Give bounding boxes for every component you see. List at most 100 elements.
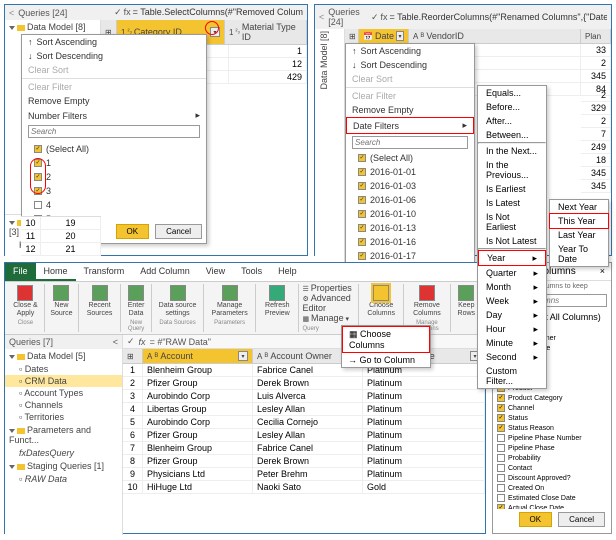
column-item[interactable]: Product Category [497,393,607,403]
ok-button[interactable]: OK [519,512,553,527]
sort-desc[interactable]: ↓ Sort Descending [22,49,206,63]
column-item[interactable]: Status [497,413,607,423]
nav-folder[interactable]: Data Model [8] [5,20,100,34]
nav-fxdates[interactable]: fxDatesQuery [5,447,122,459]
filter-item[interactable]: In the Next... [478,144,546,158]
date-item[interactable]: 2016-01-01 [352,165,468,179]
filter-item[interactable]: Year▸ [478,250,546,266]
filter-item[interactable]: Equals... [478,86,546,100]
nav-account-types[interactable]: ▫ Account Types [5,387,122,399]
go-to-column-item[interactable]: → Go to Column [342,353,430,367]
tab-home[interactable]: Home [36,263,76,281]
date-item[interactable]: 2016-01-03 [352,179,468,193]
nav-dates[interactable]: ▫ Dates [5,363,122,375]
filter-item[interactable]: Hour▸ [478,322,546,336]
tab-transform[interactable]: Transform [76,263,133,281]
check-icon[interactable]: ✓ [127,336,135,347]
year-item[interactable]: This Year [549,213,609,229]
tab-help[interactable]: Help [270,263,305,281]
year-item[interactable]: Year To Date [550,242,608,266]
filter-item[interactable]: Second▸ [478,350,546,364]
table-row[interactable]: 10HiHuge LtdNaoki SatoGold [123,481,485,494]
col-account[interactable]: AB Account▾ [143,349,253,363]
table-row[interactable]: 7Blenheim GroupFabrice CanelPlatinum [123,442,485,455]
filter-item[interactable]: In the Previous... [478,158,546,182]
filter-item[interactable]: Week▸ [478,294,546,308]
search-input[interactable] [352,136,468,149]
filter-item[interactable]: Is Not Latest [478,234,546,248]
cancel-button[interactable]: Cancel [558,512,605,527]
item-2[interactable]: 2 [28,170,200,184]
filter-item[interactable]: Before... [478,100,546,114]
date-item[interactable]: 2016-01-17 [352,249,468,263]
col-material[interactable]: 1²₃ Material Type ID [225,20,307,44]
table-row[interactable]: 9Physicians LtdPeter BrehmPlatinum [123,468,485,481]
table-row[interactable]: 2Pfizer GroupDerek BrownPlatinum [123,377,485,390]
sort-asc[interactable]: ↑ Sort Ascending [22,35,206,49]
search-input[interactable] [28,125,200,138]
collapse-icon[interactable]: < [9,8,14,18]
table-row[interactable]: 6Pfizer GroupLesley AllanPlatinum [123,429,485,442]
column-item[interactable]: Pipeline Phase Number [497,433,607,443]
new-source-button[interactable]: New Source [45,284,79,332]
item-4[interactable]: 4 [28,198,200,212]
date-item[interactable]: 2016-01-10 [352,207,468,221]
refresh-button[interactable]: Refresh Preview [256,284,299,332]
column-item[interactable]: Channel [497,403,607,413]
clear-sort[interactable]: Clear Sort [346,72,474,86]
tab-add[interactable]: Add Column [132,263,198,281]
choose-columns-item[interactable]: ▦ Choose Columns [342,326,430,353]
filter-item[interactable]: Month▸ [478,280,546,294]
nav-territories[interactable]: ▫ Territories [5,411,122,423]
table-row[interactable]: 8Pfizer GroupDerek BrownPlatinum [123,455,485,468]
col-plan[interactable]: Plan [581,29,611,43]
cancel-button[interactable]: Cancel [155,224,202,239]
column-item[interactable]: Pipeline Phase [497,443,607,453]
select-all[interactable]: (Select All) [28,142,200,156]
ok-button[interactable]: OK [116,224,150,239]
nav-crm-data[interactable]: ▫ CRM Data [5,375,122,387]
nav-folder[interactable]: Data Model [8] [315,29,333,92]
column-item[interactable]: Contact [497,463,607,473]
column-item[interactable]: Estimated Close Date [497,493,607,503]
filter-item[interactable]: Is Not Earliest [478,210,546,234]
date-item[interactable]: 2016-01-16 [352,235,468,249]
sort-asc[interactable]: ↑ Sort Ascending [346,44,474,58]
formula-text[interactable]: = #"RAW Data" [150,337,211,347]
table-row[interactable]: 4Libertas GroupLesley AllanPlatinum [123,403,485,416]
item-3[interactable]: 3 [28,184,200,198]
date-item[interactable]: 2016-01-13 [352,221,468,235]
filter-item[interactable]: Quarter▸ [478,266,546,280]
year-item[interactable]: Last Year [550,228,608,242]
nav-staging[interactable]: Staging Queries [1] [5,459,122,473]
nav-channels[interactable]: ▫ Channels [5,399,122,411]
filter-item[interactable]: After... [478,114,546,128]
filter-item[interactable]: Minute▸ [478,336,546,350]
clear-sort[interactable]: Clear Sort [22,63,206,77]
filter-item[interactable]: Day▸ [478,308,546,322]
select-all[interactable]: (Select All) [352,151,468,165]
date-item[interactable]: 2016-01-06 [352,193,468,207]
column-item[interactable]: Status Reason [497,423,607,433]
remove-empty[interactable]: Remove Empty [346,103,474,117]
nav-params[interactable]: Parameters and Funct... [5,423,122,447]
filter-item[interactable]: Between... [478,128,546,142]
filter-item[interactable]: Custom Filter... [478,364,546,388]
sort-desc[interactable]: ↓ Sort Descending [346,58,474,72]
tab-view[interactable]: View [198,263,233,281]
tab-tools[interactable]: Tools [233,263,270,281]
collapse-icon[interactable]: < [319,12,324,22]
column-item[interactable]: Probability [497,453,607,463]
clear-filter[interactable]: Clear Filter [22,80,206,94]
enter-data-button[interactable]: Enter DataNew Query [121,284,152,332]
table-row[interactable]: 3Aurobindo CorpLuis AlvercaPlatinum [123,390,485,403]
nav-data-model[interactable]: Data Model [5] [5,349,122,363]
table-row[interactable]: 5Aurobindo CorpCecilia CornejoPlatinum [123,416,485,429]
filter-item[interactable]: Is Earliest [478,182,546,196]
params-button[interactable]: Manage ParametersParameters [204,284,256,332]
close-icon[interactable]: × [600,266,605,277]
recent-sources-button[interactable]: Recent Sources [79,284,121,332]
dss-button[interactable]: Data source settingsData Sources [152,284,204,332]
nav-raw-data[interactable]: ▫ RAW Data [5,473,122,485]
filter-item[interactable]: Is Latest [478,196,546,210]
